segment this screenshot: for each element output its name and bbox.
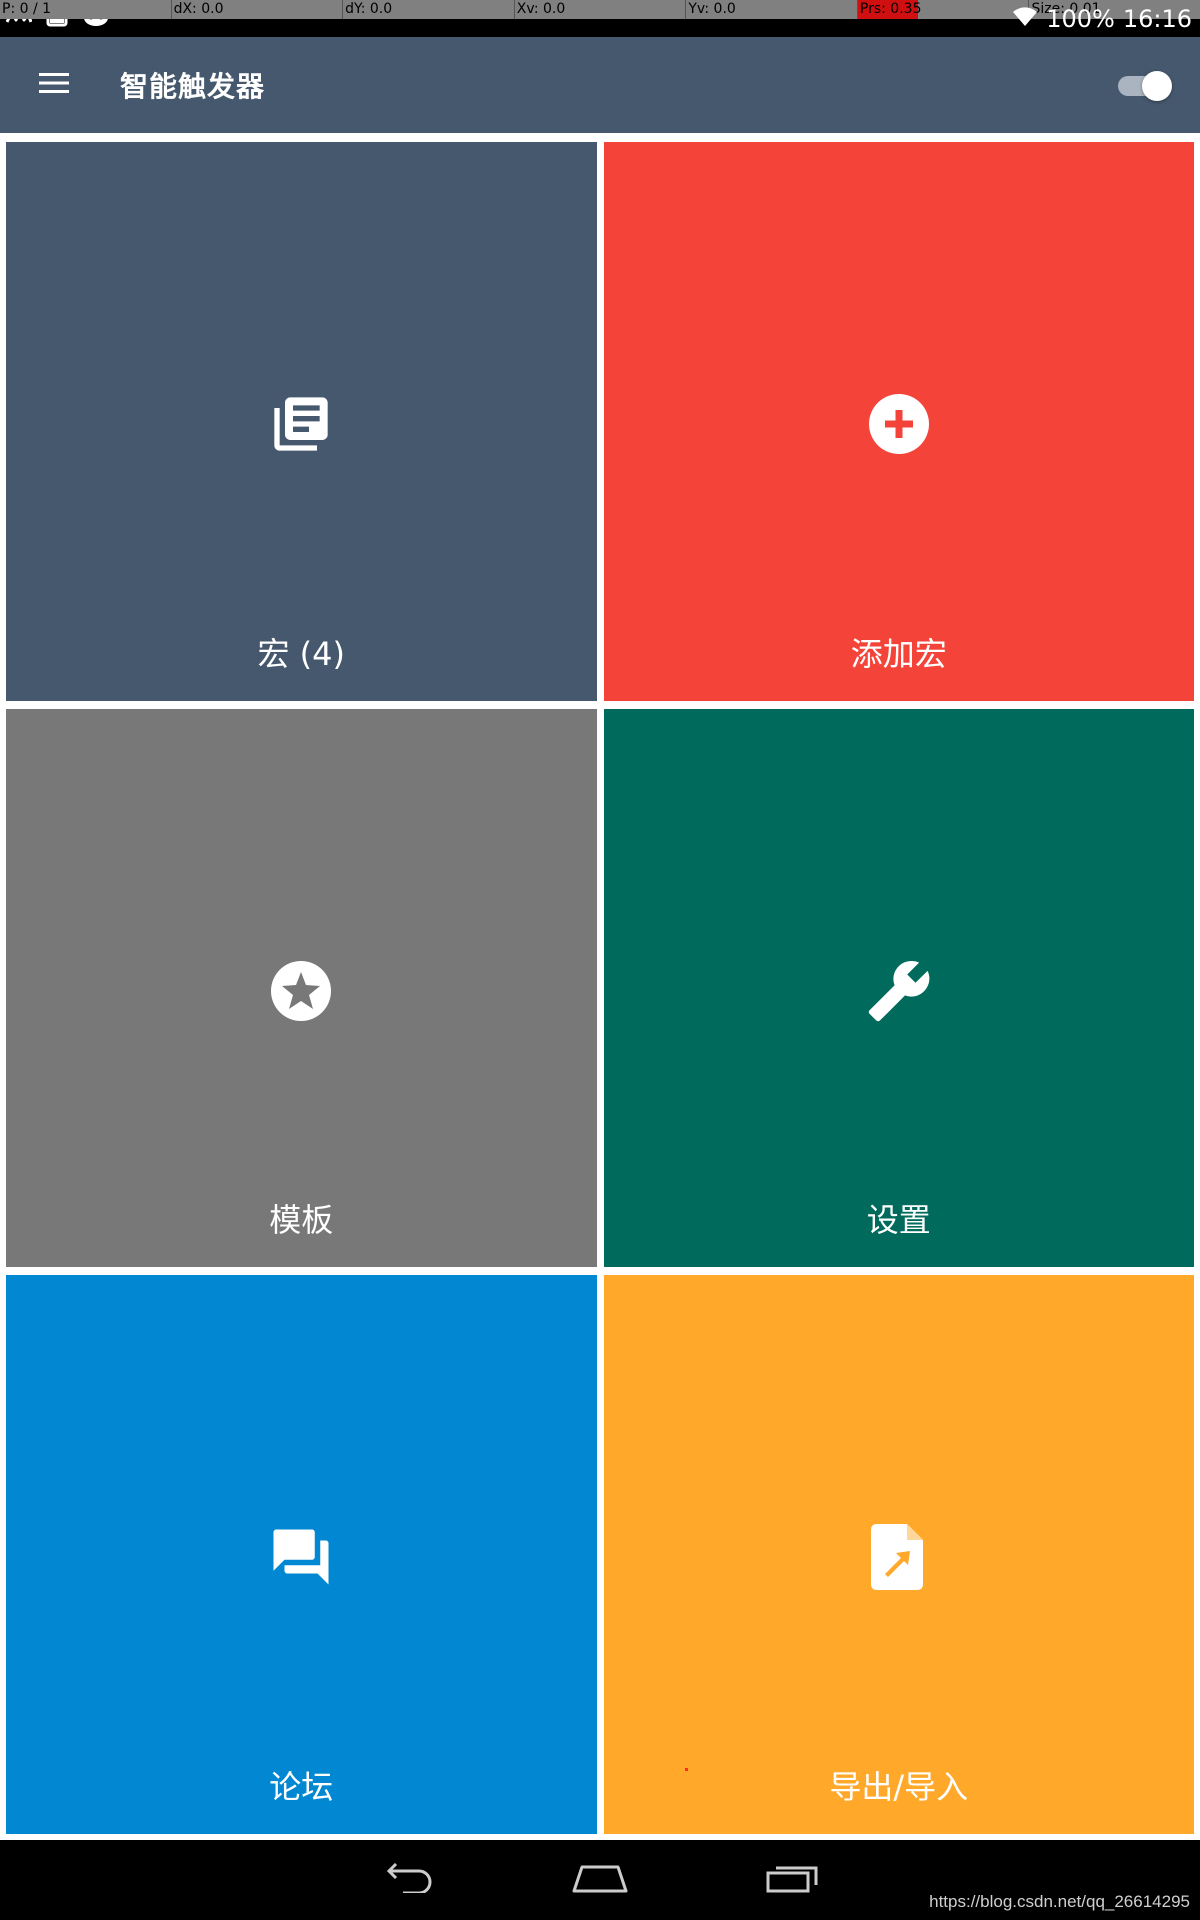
pointer-pressure: Prs: 0.35: [856, 0, 1029, 19]
status-bar: P: 0 / 1 dX: 0.0 dY: 0.0 Xv: 0.0 Yv: 0.0…: [0, 0, 1200, 37]
battery-level: 100%: [1046, 5, 1115, 33]
tile-templates[interactable]: 模板: [6, 708, 597, 1268]
tile-add-macro[interactable]: 添加宏: [603, 142, 1194, 701]
watermark: https://blog.csdn.net/qq_26614295: [929, 1892, 1190, 1911]
tile-grid: 宏 (4) 添加宏 模板 设置 论坛 导出/导入: [0, 133, 1200, 1840]
pointer-yv: Yv: 0.0: [685, 0, 857, 19]
back-button[interactable]: [352, 1850, 462, 1910]
tile-label: 模板: [269, 1201, 334, 1240]
library-books-icon: [268, 391, 334, 457]
tile-export-import[interactable]: 导出/导入: [603, 1275, 1194, 1834]
add-circle-icon: [866, 391, 932, 457]
tile-macros[interactable]: 宏 (4): [6, 142, 597, 701]
pointer-count: P: 0 / 1: [2, 1, 52, 17]
tile-label: 论坛: [269, 1768, 334, 1806]
enable-toggle[interactable]: [1114, 65, 1172, 105]
home-icon: [572, 1863, 628, 1897]
app-title: 智能触发器: [120, 70, 266, 103]
tile-forum[interactable]: 论坛: [6, 1275, 597, 1834]
tile-settings[interactable]: 设置: [603, 708, 1194, 1268]
wifi-icon: [1012, 5, 1038, 33]
star-circle-icon: [268, 958, 334, 1024]
pointer-xv: Xv: 0.0: [513, 0, 686, 19]
file-import-icon: [866, 1524, 932, 1591]
wrench-icon: [866, 958, 932, 1024]
home-button[interactable]: [545, 1850, 655, 1910]
recent-apps-button[interactable]: [738, 1850, 848, 1910]
forum-icon: [268, 1524, 334, 1590]
screen: P: 0 / 1 dX: 0.0 dY: 0.0 Xv: 0.0 Yv: 0.0…: [0, 0, 1200, 1920]
menu-icon: [39, 72, 69, 98]
tile-label: 导出/导入: [829, 1768, 969, 1806]
tile-label: 添加宏: [850, 634, 947, 673]
menu-button[interactable]: [18, 49, 90, 121]
clock: 16:16: [1122, 5, 1192, 33]
pointer-dx: dX: 0.0: [170, 0, 343, 19]
pointer-dy: dY: 0.0: [342, 0, 514, 19]
toggle-thumb: [1142, 71, 1172, 101]
status-right: 100% 16:16: [1012, 4, 1192, 34]
navigation-bar: https://blog.csdn.net/qq_26614295: [0, 1840, 1200, 1920]
recent-apps-icon: [766, 1863, 820, 1897]
pointer-pressure-label: Prs: 0.35: [859, 1, 922, 17]
tile-label: 设置: [866, 1201, 931, 1240]
back-icon: [381, 1862, 433, 1897]
tile-label: 宏 (4): [257, 634, 345, 673]
app-bar: 智能触发器: [0, 37, 1200, 133]
